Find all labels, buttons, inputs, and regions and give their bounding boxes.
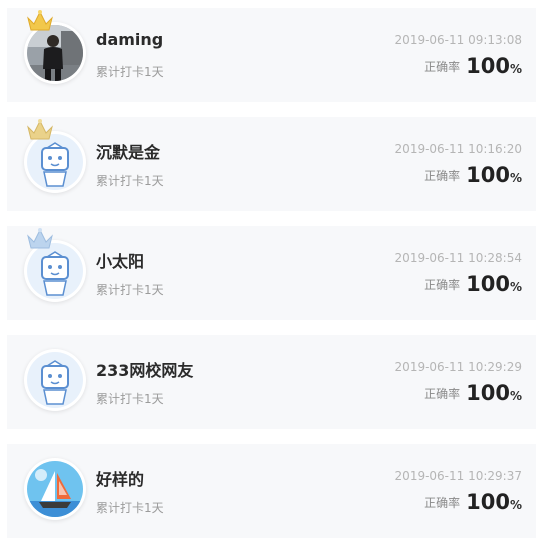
sailboat-avatar-icon xyxy=(27,461,83,517)
checkin-days: 累计打卡1天 xyxy=(96,392,164,406)
robot-avatar-icon xyxy=(27,352,83,408)
user-name: 好样的 xyxy=(96,470,145,489)
accuracy: 正确率 100% xyxy=(424,163,522,187)
accuracy-label: 正确率 xyxy=(424,387,461,401)
accuracy-value: 100 xyxy=(466,54,510,78)
checkin-time: 2019-06-11 10:29:37 xyxy=(394,469,522,483)
checkin-days: 累计打卡1天 xyxy=(96,283,164,297)
avatar[interactable] xyxy=(24,119,86,193)
checkin-time: 2019-06-11 10:29:29 xyxy=(394,360,522,374)
accuracy: 正确率 100% xyxy=(424,272,522,296)
robot-avatar-icon xyxy=(27,134,83,190)
checkin-days: 累计打卡1天 xyxy=(96,65,164,79)
user-name: 233网校网友 xyxy=(96,361,194,380)
accuracy-unit: % xyxy=(509,280,522,294)
accuracy: 正确率 100% xyxy=(424,54,522,78)
checkin-ranking-list: daming 累计打卡1天 2019-06-11 09:13:08 正确率 100… xyxy=(0,0,536,538)
list-item[interactable]: 小太阳 累计打卡1天 2019-06-11 10:28:54 正确率 100% xyxy=(7,226,536,320)
crown-gold-icon xyxy=(27,10,53,31)
user-name: 小太阳 xyxy=(96,252,145,271)
list-item[interactable]: daming 累计打卡1天 2019-06-11 09:13:08 正确率 100… xyxy=(7,8,536,102)
accuracy-label: 正确率 xyxy=(424,60,461,74)
avatar[interactable] xyxy=(24,458,86,520)
accuracy-unit: % xyxy=(509,171,522,185)
accuracy-unit: % xyxy=(509,389,522,403)
avatar[interactable] xyxy=(24,10,86,84)
accuracy-value: 100 xyxy=(466,490,510,514)
checkin-days: 累计打卡1天 xyxy=(96,501,164,515)
user-name: 沉默是金 xyxy=(96,143,161,162)
avatar[interactable] xyxy=(24,349,86,411)
list-item[interactable]: 沉默是金 累计打卡1天 2019-06-11 10:16:20 正确率 100% xyxy=(7,117,536,211)
accuracy-label: 正确率 xyxy=(424,278,461,292)
accuracy-unit: % xyxy=(509,62,522,76)
checkin-time: 2019-06-11 09:13:08 xyxy=(394,33,522,47)
photo-avatar-icon xyxy=(27,25,83,81)
robot-avatar-icon xyxy=(27,243,83,299)
crown-blue-icon xyxy=(27,228,53,249)
checkin-time: 2019-06-11 10:28:54 xyxy=(394,251,522,265)
list-item[interactable]: 233网校网友 累计打卡1天 2019-06-11 10:29:29 正确率 10… xyxy=(7,335,536,429)
accuracy: 正确率 100% xyxy=(424,381,522,405)
checkin-days: 累计打卡1天 xyxy=(96,174,164,188)
accuracy-label: 正确率 xyxy=(424,169,461,183)
accuracy-label: 正确率 xyxy=(424,496,461,510)
accuracy-value: 100 xyxy=(466,381,510,405)
user-name: daming xyxy=(96,30,164,49)
list-item[interactable]: 好样的 累计打卡1天 2019-06-11 10:29:37 正确率 100% xyxy=(7,444,536,538)
avatar[interactable] xyxy=(24,228,86,302)
accuracy-unit: % xyxy=(509,498,522,512)
accuracy-value: 100 xyxy=(466,272,510,296)
crown-silver-gold-icon xyxy=(27,119,53,140)
accuracy: 正确率 100% xyxy=(424,490,522,514)
accuracy-value: 100 xyxy=(466,163,510,187)
checkin-time: 2019-06-11 10:16:20 xyxy=(394,142,522,156)
